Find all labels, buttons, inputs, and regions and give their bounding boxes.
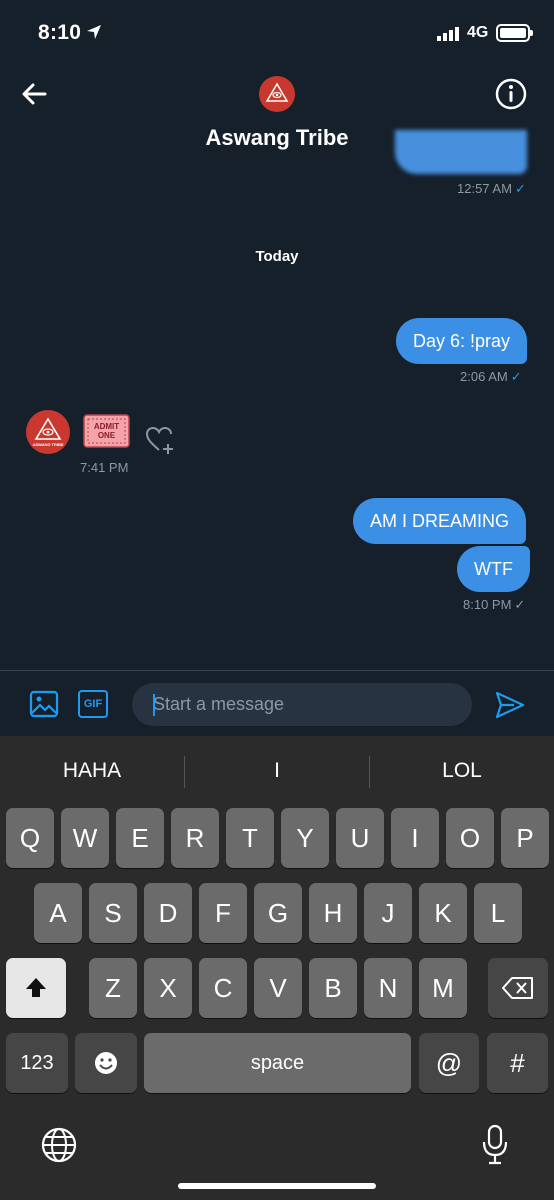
backspace-key[interactable]: [488, 958, 548, 1018]
shift-key[interactable]: [6, 958, 66, 1018]
key-v[interactable]: V: [254, 958, 302, 1018]
keyboard: HAHA I LOL Q W E R T Y U I O P A S D F G…: [0, 736, 554, 1200]
message-meta: 2:06 AM ✓: [460, 369, 522, 385]
key-q[interactable]: Q: [6, 808, 54, 868]
signal-icon: [437, 27, 459, 41]
ticket-text-line2: ONE: [98, 431, 116, 440]
key-x[interactable]: X: [144, 958, 192, 1018]
status-bar: 8:10 4G: [0, 0, 554, 66]
network-type: 4G: [467, 24, 489, 41]
key-c[interactable]: C: [199, 958, 247, 1018]
key-f[interactable]: F: [199, 883, 247, 943]
suggestion-3[interactable]: LOL: [370, 736, 554, 806]
key-h[interactable]: H: [309, 883, 357, 943]
incoming-time: 7:41 PM: [80, 460, 129, 475]
eye-triangle-icon: [265, 82, 289, 102]
key-y[interactable]: Y: [281, 808, 329, 868]
key-a[interactable]: A: [34, 883, 82, 943]
message-meta: 12:57 AM ✓: [457, 181, 526, 197]
suggestion-1[interactable]: HAHA: [0, 736, 184, 806]
key-g[interactable]: G: [254, 883, 302, 943]
status-time: 8:10: [38, 21, 82, 44]
location-arrow-icon: [87, 25, 101, 39]
key-u[interactable]: U: [336, 808, 384, 868]
key-n[interactable]: N: [364, 958, 412, 1018]
send-icon[interactable]: [494, 689, 526, 721]
backspace-icon: [502, 977, 533, 1000]
eye-triangle-icon: ASWANG TRIBE: [32, 417, 64, 447]
message-time: 12:57 AM: [457, 181, 512, 196]
check-icon: ✓: [514, 181, 526, 196]
key-w[interactable]: W: [61, 808, 109, 868]
battery-icon: [496, 24, 533, 42]
day-separator: Today: [255, 248, 299, 265]
message-bubble[interactable]: AM I DREAMING: [353, 498, 527, 544]
numbers-key[interactable]: 123: [6, 1033, 68, 1093]
back-arrow-icon[interactable]: [18, 78, 50, 110]
key-t[interactable]: T: [226, 808, 274, 868]
ticket-sticker[interactable]: ADMITONE: [83, 414, 130, 448]
key-b[interactable]: B: [309, 958, 357, 1018]
avatar-text: ASWANG TRIBE: [32, 442, 63, 447]
key-k[interactable]: K: [419, 883, 467, 943]
key-j[interactable]: J: [364, 883, 412, 943]
key-z[interactable]: Z: [89, 958, 137, 1018]
key-e[interactable]: E: [116, 808, 164, 868]
space-key[interactable]: space: [144, 1033, 411, 1093]
gif-button[interactable]: GIF: [78, 690, 108, 718]
key-d[interactable]: D: [144, 883, 192, 943]
emoji-icon: [95, 1052, 117, 1075]
check-icon: ✓: [514, 597, 526, 612]
info-icon[interactable]: [494, 77, 528, 111]
key-l[interactable]: L: [474, 883, 522, 943]
heart-add-icon[interactable]: [144, 424, 178, 456]
message-bubble[interactable]: Day 6: !pray: [396, 318, 528, 364]
message-time: 2:06 AM: [460, 369, 508, 384]
suggestion-2[interactable]: I: [185, 736, 369, 806]
emoji-key[interactable]: [75, 1033, 137, 1093]
at-key[interactable]: @: [419, 1033, 479, 1093]
hash-key[interactable]: #: [487, 1033, 548, 1093]
group-avatar[interactable]: [259, 76, 295, 112]
message-meta: 8:10 PM ✓: [463, 597, 525, 613]
image-icon[interactable]: [29, 689, 59, 719]
key-m[interactable]: M: [419, 958, 467, 1018]
sender-avatar[interactable]: ASWANG TRIBE: [26, 410, 70, 454]
message-time: 8:10 PM: [463, 597, 512, 612]
message-bubble-blurred[interactable]: [395, 130, 527, 174]
key-o[interactable]: O: [446, 808, 494, 868]
message-bubble[interactable]: WTF: [457, 546, 530, 592]
text-caret: [153, 694, 155, 716]
key-s[interactable]: S: [89, 883, 137, 943]
microphone-icon[interactable]: [480, 1124, 510, 1166]
key-p[interactable]: P: [501, 808, 549, 868]
message-composer: GIF: [0, 670, 554, 736]
key-i[interactable]: I: [391, 808, 439, 868]
globe-icon[interactable]: [40, 1126, 78, 1164]
check-icon: ✓: [510, 369, 522, 384]
home-indicator: [178, 1183, 376, 1189]
shift-icon: [26, 978, 46, 998]
message-input[interactable]: [132, 683, 472, 726]
key-r[interactable]: R: [171, 808, 219, 868]
ticket-text-line1: ADMIT: [94, 422, 119, 431]
